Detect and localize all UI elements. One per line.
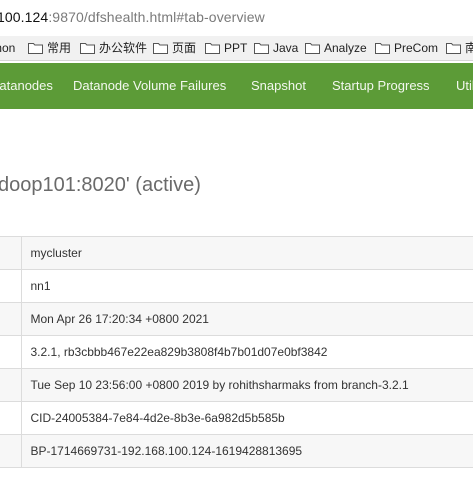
table-row: 3.2.1, rb3cbbb467e22ea829b3808f4b7b01d07… bbox=[0, 335, 473, 369]
row-value: mycluster bbox=[20, 236, 473, 270]
row-value: 3.2.1, rb3cbbb467e22ea829b3808f4b7b01d07… bbox=[20, 335, 473, 369]
folder-icon bbox=[80, 43, 95, 54]
page-title: doop101:8020' (active) bbox=[0, 174, 201, 196]
bookmark-item[interactable]: mon bbox=[0, 40, 15, 56]
bookmark-folder[interactable]: 页面 bbox=[153, 40, 196, 56]
folder-icon bbox=[153, 43, 168, 54]
url-host: 100.124 bbox=[0, 9, 49, 25]
folder-icon bbox=[254, 43, 269, 54]
bookmark-folder[interactable]: Analyze bbox=[305, 40, 367, 56]
row-value: Tue Sep 10 23:56:00 +0800 2019 by rohith… bbox=[20, 368, 473, 402]
row-label bbox=[0, 434, 22, 468]
bookmark-folder[interactable]: 南 bbox=[446, 40, 473, 56]
nav-datanodes[interactable]: Datanodes bbox=[0, 78, 53, 93]
nav-startup-progress[interactable]: Startup Progress bbox=[332, 78, 430, 93]
row-label bbox=[0, 335, 22, 369]
address-bar[interactable]: 100.124:9870/dfshealth.html#tab-overview bbox=[0, 0, 473, 36]
table-row: mycluster bbox=[0, 236, 473, 270]
table-row: Mon Apr 26 17:20:34 +0800 2021 bbox=[0, 302, 473, 336]
url-path: :9870/dfshealth.html#tab-overview bbox=[48, 9, 265, 25]
navbar: Datanodes Datanode Volume Failures Snaps… bbox=[0, 63, 473, 109]
bookmark-folder[interactable]: 常用 bbox=[28, 40, 71, 56]
table-row: BP-1714669731-192.168.100.124-1619428813… bbox=[0, 434, 473, 468]
bookmark-label: Java bbox=[273, 41, 299, 55]
bookmark-label: Analyze bbox=[324, 41, 367, 55]
bookmark-folder[interactable]: Java bbox=[254, 40, 298, 56]
bookmarks-bar: mon 常用 办公软件 页面 PPT Java Analyze PreCom 南 bbox=[0, 36, 473, 61]
folder-icon bbox=[305, 43, 320, 54]
bookmark-folder[interactable]: PreCom bbox=[375, 40, 438, 56]
bookmark-label: PPT bbox=[224, 41, 248, 55]
nav-snapshot[interactable]: Snapshot bbox=[251, 78, 306, 93]
bookmark-label: mon bbox=[0, 41, 16, 55]
folder-icon bbox=[375, 43, 390, 54]
row-label bbox=[0, 368, 22, 402]
overview-table: mycluster nn1 Mon Apr 26 17:20:34 +0800 … bbox=[0, 236, 473, 468]
url-text[interactable]: 100.124:9870/dfshealth.html#tab-overview bbox=[0, 9, 265, 25]
folder-icon bbox=[205, 43, 220, 54]
table-row: Tue Sep 10 23:56:00 +0800 2019 by rohith… bbox=[0, 368, 473, 402]
row-label bbox=[0, 401, 22, 435]
row-label bbox=[0, 269, 22, 303]
bookmark-label: 页面 bbox=[172, 41, 197, 55]
row-label bbox=[0, 302, 22, 336]
row-value: BP-1714669731-192.168.100.124-1619428813… bbox=[20, 434, 473, 468]
bookmark-label: 常用 bbox=[47, 41, 72, 55]
folder-icon bbox=[28, 43, 43, 54]
table-row: nn1 bbox=[0, 269, 473, 303]
bookmark-folder[interactable]: PPT bbox=[205, 40, 247, 56]
row-label bbox=[0, 236, 22, 270]
row-value: CID-24005384-7e84-4d2e-8b3e-6a982d5b585b bbox=[20, 401, 473, 435]
nav-utilities[interactable]: Utilities bbox=[456, 78, 473, 93]
bookmark-folder[interactable]: 办公软件 bbox=[80, 40, 147, 56]
bookmark-label: 办公软件 bbox=[99, 41, 148, 55]
nav-datanode-volume-failures[interactable]: Datanode Volume Failures bbox=[73, 78, 226, 93]
table-row: CID-24005384-7e84-4d2e-8b3e-6a982d5b585b bbox=[0, 401, 473, 435]
row-value: Mon Apr 26 17:20:34 +0800 2021 bbox=[20, 302, 473, 336]
row-value: nn1 bbox=[20, 269, 473, 303]
bookmark-label: 南 bbox=[465, 40, 473, 56]
folder-icon bbox=[446, 43, 461, 54]
bookmark-label: PreCom bbox=[394, 41, 439, 55]
